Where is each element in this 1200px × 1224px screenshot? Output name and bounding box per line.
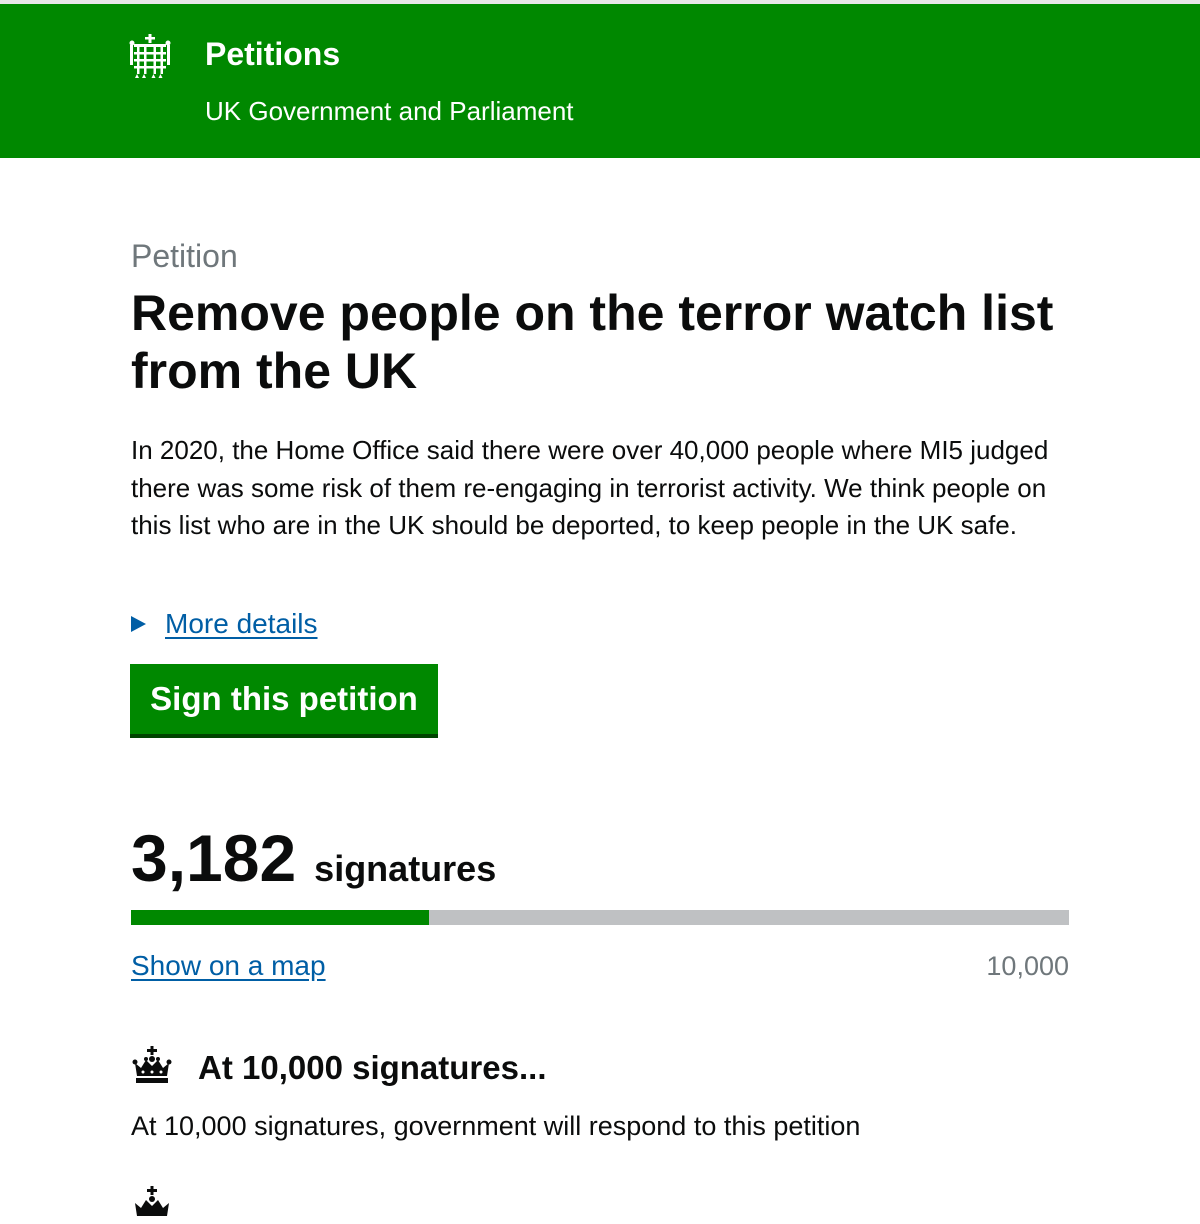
crown-icon bbox=[135, 1186, 169, 1216]
site-header: Petitions UK Government and Parliament bbox=[0, 4, 1200, 158]
signature-threshold: 10,000 bbox=[986, 951, 1069, 981]
signature-progress-bar bbox=[131, 910, 1069, 925]
signature-progress-fill bbox=[131, 910, 430, 925]
more-details-link[interactable]: More details bbox=[165, 608, 318, 640]
disclosure-triangle-icon bbox=[131, 616, 146, 632]
milestone-title: At 10,000 signatures... bbox=[198, 1049, 547, 1086]
portcullis-icon bbox=[129, 34, 171, 78]
site-subtitle: UK Government and Parliament bbox=[205, 96, 574, 126]
more-details-toggle[interactable]: More details bbox=[131, 604, 318, 644]
milestone-text: At 10,000 signatures, government will re… bbox=[131, 1111, 861, 1141]
show-on-map-link[interactable]: Show on a map bbox=[131, 948, 326, 984]
site-title[interactable]: Petitions bbox=[205, 34, 340, 74]
petition-title: Remove people on the terror watch list f… bbox=[131, 285, 1054, 399]
signature-count-label: signatures bbox=[314, 848, 497, 889]
crown-icon bbox=[132, 1046, 172, 1083]
petition-summary: In 2020, the Home Office said there were… bbox=[131, 435, 1049, 540]
petition-kicker: Petition bbox=[131, 238, 238, 274]
sign-petition-button[interactable]: Sign this petition bbox=[130, 664, 438, 734]
signature-count: 3,182 signatures bbox=[131, 818, 496, 898]
signature-count-number: 3,182 bbox=[131, 821, 297, 895]
